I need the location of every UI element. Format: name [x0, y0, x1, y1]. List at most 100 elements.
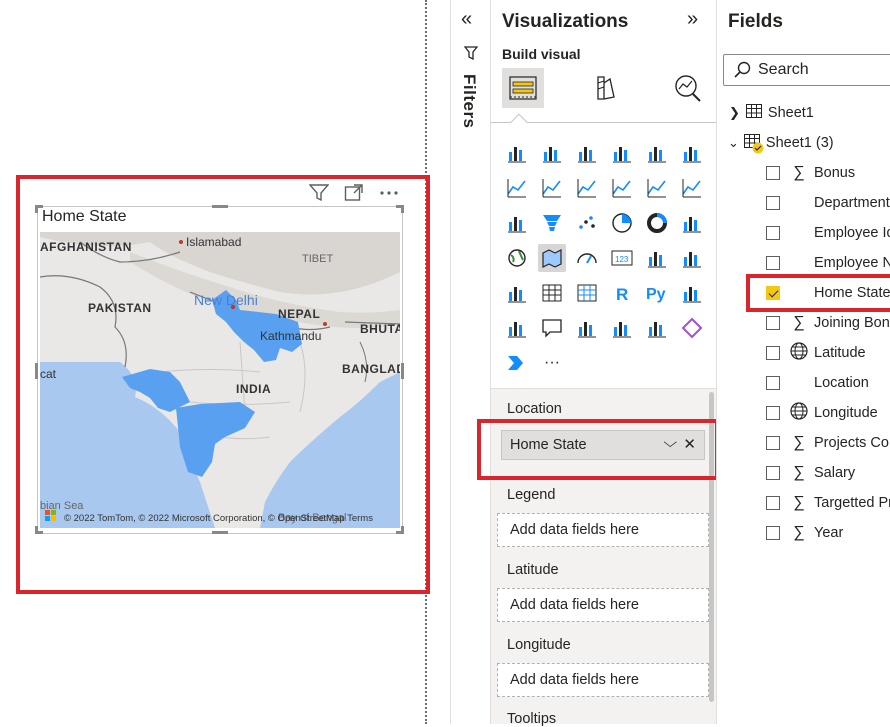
power-apps-icon[interactable]	[678, 314, 706, 342]
decomposition-tree-icon[interactable]	[503, 314, 531, 342]
field-checkbox[interactable]	[766, 256, 780, 270]
qa-icon[interactable]	[538, 314, 566, 342]
chevron-right-icon[interactable]: ❯	[729, 105, 740, 121]
field-item[interactable]: ∑ Bonus	[717, 159, 890, 187]
field-item[interactable]: ∑ Targetted Pr	[717, 489, 890, 517]
field-item[interactable]: ∑ Salary	[717, 459, 890, 487]
field-checkbox[interactable]	[766, 166, 780, 180]
resize-handle[interactable]	[212, 205, 228, 208]
table-node-sheet1[interactable]: ❯ Sheet1	[717, 99, 890, 127]
ribbon-chart-icon[interactable]	[678, 174, 706, 202]
field-label: Salary	[814, 465, 856, 481]
field-checkbox[interactable]	[766, 406, 780, 420]
waterfall-icon[interactable]	[503, 209, 531, 237]
stacked-area-icon[interactable]	[573, 174, 601, 202]
fields-search-input[interactable]: Search	[723, 54, 890, 86]
field-item[interactable]: ∑ Projects Cor	[717, 429, 890, 457]
more-options-icon[interactable]	[378, 183, 400, 203]
field-checkbox[interactable]	[766, 316, 780, 330]
power-automate-icon[interactable]	[503, 349, 531, 377]
treemap-icon[interactable]	[678, 209, 706, 237]
latitude-drop-zone[interactable]: Add data fields here	[497, 588, 709, 622]
more-icon[interactable]: ···	[538, 349, 566, 377]
field-item[interactable]: ∑ Year	[717, 519, 890, 547]
filter-icon[interactable]	[308, 183, 330, 203]
100-column-icon[interactable]	[678, 139, 706, 167]
slicer-icon[interactable]	[503, 279, 531, 307]
table-icon[interactable]	[538, 279, 566, 307]
resize-handle[interactable]	[401, 205, 404, 213]
scatter-icon[interactable]	[573, 209, 601, 237]
100-bar-icon[interactable]	[643, 139, 671, 167]
map-icon[interactable]	[503, 244, 531, 272]
field-item[interactable]: Employee N	[717, 249, 890, 277]
build-visual-label: Build visual	[502, 46, 581, 62]
map-area[interactable]: AFGHANISTAN Islamabad TIBET PAKISTAN New…	[40, 232, 400, 528]
field-label: Department	[814, 195, 890, 211]
table-name: Sheet1 (3)	[765, 135, 834, 151]
r-visual-icon[interactable]: R	[608, 279, 636, 307]
double-chevron-left-icon[interactable]: «	[461, 8, 472, 31]
field-item[interactable]: Employee Id	[717, 219, 890, 247]
field-checkbox[interactable]	[766, 226, 780, 240]
filters-pane-collapsed[interactable]: « Filters	[450, 0, 490, 724]
python-visual-icon[interactable]: Py	[643, 279, 671, 307]
card-icon[interactable]: 123	[608, 244, 636, 272]
resize-handle[interactable]	[35, 205, 38, 213]
field-checkbox[interactable]	[766, 496, 780, 510]
filters-label[interactable]: Filters	[459, 74, 479, 129]
paginated-report-icon[interactable]	[608, 314, 636, 342]
field-checkbox[interactable]	[766, 376, 780, 390]
matrix-icon[interactable]	[573, 279, 601, 307]
field-checkbox[interactable]	[766, 346, 780, 360]
azure-map-icon[interactable]	[643, 314, 671, 342]
stacked-column-icon[interactable]	[538, 139, 566, 167]
field-item[interactable]: Location	[717, 369, 890, 397]
field-checkbox[interactable]	[766, 526, 780, 540]
gauge-icon[interactable]	[573, 244, 601, 272]
field-checkbox[interactable]	[766, 466, 780, 480]
resize-handle[interactable]	[212, 531, 228, 534]
resize-handle[interactable]	[401, 526, 404, 534]
visual-title: Home State	[42, 208, 127, 225]
resize-handle[interactable]	[35, 526, 38, 534]
map-label-tibet: TIBET	[302, 253, 334, 265]
line-clustered-column-icon[interactable]	[643, 174, 671, 202]
kpi-icon[interactable]	[678, 244, 706, 272]
field-item[interactable]: ∑ Joining Bon	[717, 309, 890, 337]
multi-row-card-icon[interactable]	[643, 244, 671, 272]
filled-map-icon[interactable]	[538, 244, 566, 272]
donut-icon[interactable]	[643, 209, 671, 237]
line-column-icon[interactable]	[608, 174, 636, 202]
longitude-drop-zone[interactable]: Add data fields here	[497, 663, 709, 697]
stacked-bar-icon[interactable]	[503, 139, 531, 167]
field-checkbox[interactable]	[766, 436, 780, 450]
chevron-down-icon[interactable]: ⌄	[728, 135, 739, 151]
analytics-tab-icon[interactable]	[666, 68, 708, 108]
build-tabs	[502, 68, 748, 108]
funnel-icon[interactable]	[538, 209, 566, 237]
area-chart-icon[interactable]	[538, 174, 566, 202]
field-checkbox[interactable]	[766, 196, 780, 210]
table-node-sheet1-3[interactable]: ⌄ Sheet1 (3)	[717, 129, 890, 157]
line-chart-icon[interactable]	[503, 174, 531, 202]
fields-pane: Fields Search ❯ Sheet1 ⌄ Sheet1 (3) ∑ Bon…	[716, 0, 890, 724]
format-visual-tab-icon[interactable]	[584, 68, 626, 108]
clustered-column-icon[interactable]	[608, 139, 636, 167]
double-chevron-right-icon[interactable]: »	[687, 8, 698, 31]
legend-drop-zone[interactable]: Add data fields here	[497, 513, 709, 547]
clustered-bar-icon[interactable]	[573, 139, 601, 167]
build-visual-tab-icon[interactable]	[502, 68, 544, 108]
field-item[interactable]: Latitude	[717, 339, 890, 367]
report-canvas[interactable]: Home State AFGHANISTAN Islamabad TIBET P…	[0, 0, 450, 724]
pie-icon[interactable]	[608, 209, 636, 237]
resize-handle[interactable]	[401, 363, 404, 379]
field-item[interactable]: Department	[717, 189, 890, 217]
smart-narrative-icon[interactable]	[573, 314, 601, 342]
key-influencers-icon[interactable]	[678, 279, 706, 307]
field-item[interactable]: Longitude	[717, 399, 890, 427]
bing-logo-icon	[45, 509, 57, 521]
resize-handle[interactable]	[35, 363, 38, 379]
visual-type-gallery: 123 R Py ···	[503, 139, 707, 384]
focus-mode-icon[interactable]	[343, 183, 365, 203]
